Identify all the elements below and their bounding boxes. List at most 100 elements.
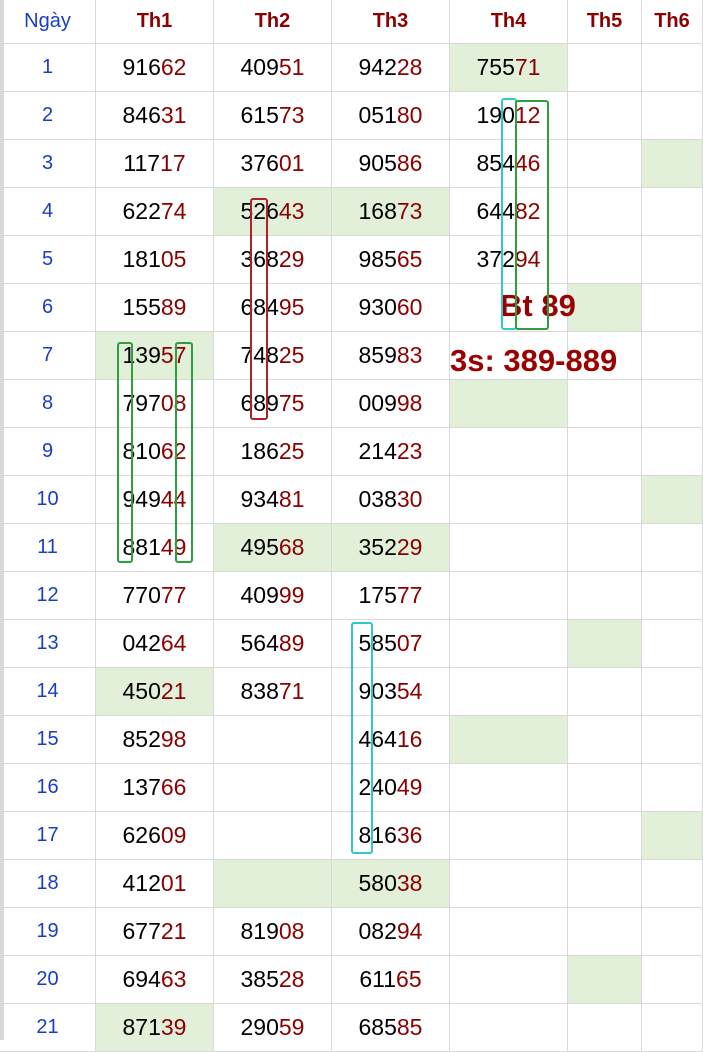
result-head-digits: 626 <box>122 822 161 848</box>
results-table: Ngày Th1 Th2 Th3 Th4 Th5 Th6 1 916 62 409 51 942 28 75… <box>0 0 703 1052</box>
result-cell: 903 54 <box>332 668 450 716</box>
result-cell <box>642 476 703 524</box>
result-cell: 155 89 <box>96 284 214 332</box>
result-cell <box>568 764 642 812</box>
result-cell: 615 73 <box>214 92 332 140</box>
result-tail-digits: 64 <box>160 630 187 656</box>
result-cell: 385 28 <box>214 956 332 1004</box>
result-head-digits: 580 <box>358 870 397 896</box>
result-head-digits: 175 <box>358 582 397 608</box>
result-cell <box>214 716 332 764</box>
result-cell <box>450 620 568 668</box>
result-tail-digits: 65 <box>396 246 423 272</box>
result-tail-digits: 01 <box>278 150 305 176</box>
header-th2: Th2 <box>214 0 332 44</box>
result-cell <box>568 188 642 236</box>
day-cell: 7 <box>0 332 96 380</box>
day-cell: 12 <box>0 572 96 620</box>
header-th6: Th6 <box>642 0 703 44</box>
result-head-digits: 859 <box>358 342 397 368</box>
result-head-digits: 082 <box>358 918 397 944</box>
result-cell: 916 62 <box>96 44 214 92</box>
result-cell: 290 59 <box>214 1004 332 1052</box>
result-cell <box>642 428 703 476</box>
result-tail-digits: 01 <box>160 870 187 896</box>
result-head-digits: 352 <box>358 534 397 560</box>
result-cell: 526 43 <box>214 188 332 236</box>
result-cell <box>568 1004 642 1052</box>
result-head-digits: 009 <box>358 390 397 416</box>
day-cell: 8 <box>0 380 96 428</box>
result-cell <box>642 860 703 908</box>
header-ngày: Ngày <box>0 0 96 44</box>
day-cell: 9 <box>0 428 96 476</box>
result-cell: 852 98 <box>96 716 214 764</box>
annotation-box <box>515 100 549 330</box>
result-cell <box>642 668 703 716</box>
result-head-digits: 934 <box>240 486 279 512</box>
result-head-digits: 376 <box>240 150 279 176</box>
result-cell: 186 25 <box>214 428 332 476</box>
result-cell: 168 73 <box>332 188 450 236</box>
result-tail-digits: 83 <box>396 342 423 368</box>
header-th1: Th1 <box>96 0 214 44</box>
result-tail-digits: 17 <box>160 150 186 176</box>
result-tail-digits: 98 <box>396 390 423 416</box>
result-tail-digits: 89 <box>278 630 305 656</box>
day-cell: 21 <box>0 1004 96 1052</box>
result-tail-digits: 51 <box>278 54 305 80</box>
result-head-digits: 916 <box>122 54 161 80</box>
result-cell: 580 38 <box>332 860 450 908</box>
result-cell <box>450 908 568 956</box>
day-cell: 11 <box>0 524 96 572</box>
result-cell <box>568 380 642 428</box>
result-head-digits: 871 <box>122 1014 161 1040</box>
result-cell <box>642 92 703 140</box>
result-cell: 689 75 <box>214 380 332 428</box>
result-cell <box>568 620 642 668</box>
result-tail-digits: 85 <box>396 1014 423 1040</box>
result-cell <box>450 860 568 908</box>
result-cell: 368 29 <box>214 236 332 284</box>
result-cell: 117 17 <box>96 140 214 188</box>
result-cell <box>568 812 642 860</box>
result-tail-digits: 71 <box>514 54 541 80</box>
result-cell: 464 16 <box>332 716 450 764</box>
result-cell: 137 66 <box>96 764 214 812</box>
result-tail-digits: 29 <box>396 534 423 560</box>
result-cell <box>642 812 703 860</box>
result-cell: 685 85 <box>332 1004 450 1052</box>
result-cell: 214 23 <box>332 428 450 476</box>
result-head-digits: 117 <box>123 150 161 176</box>
day-cell: 1 <box>0 44 96 92</box>
result-cell <box>450 716 568 764</box>
result-cell: 240 49 <box>332 764 450 812</box>
result-cell: 684 95 <box>214 284 332 332</box>
result-cell <box>642 332 703 380</box>
result-cell: 051 80 <box>332 92 450 140</box>
result-cell: 770 77 <box>96 572 214 620</box>
result-cell: 934 81 <box>214 476 332 524</box>
result-tail-digits: 89 <box>160 294 187 320</box>
result-cell: 810 62 <box>96 428 214 476</box>
result-head-digits: 409 <box>240 54 279 80</box>
result-head-digits: 685 <box>358 1014 397 1040</box>
day-cell: 15 <box>0 716 96 764</box>
result-head-digits: 051 <box>358 102 397 128</box>
result-cell <box>642 620 703 668</box>
result-cell: 376 01 <box>214 140 332 188</box>
day-cell: 10 <box>0 476 96 524</box>
result-tail-digits: 05 <box>160 246 187 272</box>
day-cell: 13 <box>0 620 96 668</box>
result-tail-digits: 23 <box>396 438 423 464</box>
result-cell: 409 51 <box>214 44 332 92</box>
result-head-digits: 622 <box>122 198 161 224</box>
result-head-digits: 852 <box>122 726 161 752</box>
result-cell <box>214 812 332 860</box>
result-tail-digits: 98 <box>160 726 187 752</box>
result-tail-digits: 07 <box>396 630 423 656</box>
three-s-annotation: 3s: 389-889 <box>450 343 618 378</box>
result-cell <box>568 572 642 620</box>
result-tail-digits: 86 <box>396 150 423 176</box>
day-cell: 2 <box>0 92 96 140</box>
